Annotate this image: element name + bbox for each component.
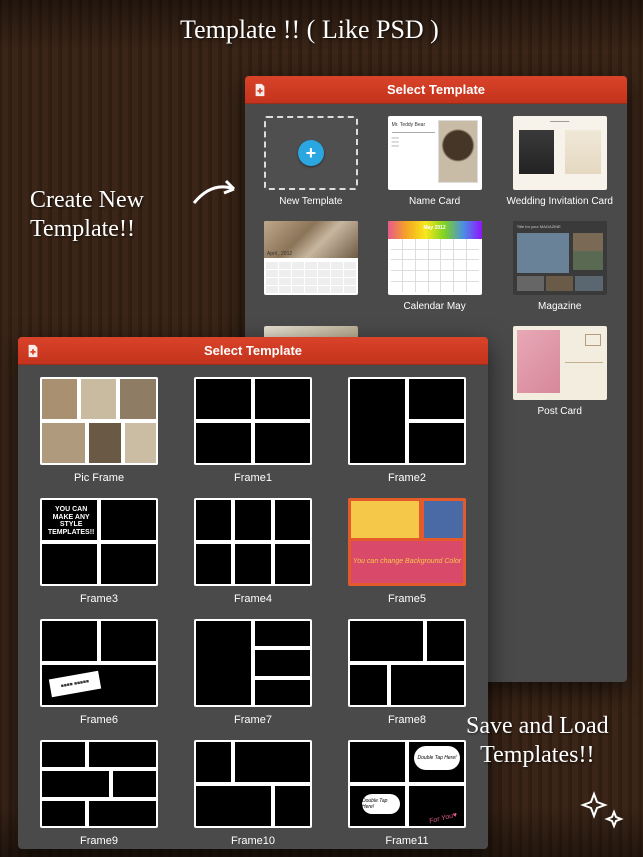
template-thumb: ■■■■ ■■■■■ (40, 619, 158, 707)
template-label: Frame10 (231, 835, 275, 847)
template-label: Magazine (538, 301, 581, 312)
template-label: Wedding Invitation Card (506, 196, 613, 207)
panel-select-template-front: Select Template Pic Frame Frame1 (18, 337, 488, 849)
panel-header: Select Template (245, 76, 627, 104)
template-thumb (348, 619, 466, 707)
annotation-create-new: Create New Template!! (30, 186, 144, 244)
template-label: Calendar May (403, 301, 465, 312)
template-thumb (194, 498, 312, 586)
template-label: Pic Frame (74, 472, 124, 484)
doc-plus-icon[interactable] (253, 83, 267, 97)
template-label: Frame9 (80, 835, 118, 847)
template-label: Frame11 (385, 835, 428, 847)
overlay-text: YOU CAN MAKE ANY STYLE TEMPLATES!! (44, 506, 98, 537)
template-label: Frame1 (234, 472, 272, 484)
template-thumb: YOU CAN MAKE ANY STYLE TEMPLATES!! (40, 498, 158, 586)
template-thumb (40, 740, 158, 828)
template-frame6[interactable]: ■■■■ ■■■■■ Frame6 (32, 619, 166, 726)
template-wedding[interactable]: ━━━━━━━━ Wedding Invitation Card (506, 116, 613, 207)
template-frame1[interactable]: Frame1 (186, 377, 320, 484)
template-thumb: May 2012 (388, 221, 482, 295)
template-thumb (40, 377, 158, 465)
template-label: Frame5 (388, 593, 426, 605)
template-thumb: Title for your MAGAZINE (513, 221, 607, 295)
annotation-title: Template !! ( Like PSD ) (180, 14, 439, 45)
template-label: Frame6 (80, 714, 118, 726)
panel-title: Select Template (204, 343, 302, 358)
template-thumb: Double Tap Here! Double Tap Here! For Yo… (348, 740, 466, 828)
template-label: Frame4 (234, 593, 272, 605)
template-frame3[interactable]: YOU CAN MAKE ANY STYLE TEMPLATES!! Frame… (32, 498, 166, 605)
template-frame2[interactable]: Frame2 (340, 377, 474, 484)
template-magazine[interactable]: Title for your MAGAZINE Magazine (506, 221, 613, 312)
template-thumb: April , 2012 (264, 221, 358, 295)
template-label: Frame8 (388, 714, 426, 726)
overlay-text: You can change Background Color (353, 558, 461, 565)
template-new[interactable]: + New Template (259, 116, 363, 207)
template-thumb (194, 740, 312, 828)
plus-icon: + (298, 140, 324, 166)
template-frame10[interactable]: Frame10 (186, 740, 320, 847)
panel-header: Select Template (18, 337, 488, 365)
template-frame11[interactable]: Double Tap Here! Double Tap Here! For Yo… (340, 740, 474, 847)
template-label: New Template (279, 196, 342, 207)
template-pic-frame[interactable]: Pic Frame (32, 377, 166, 484)
template-label: Frame2 (388, 472, 426, 484)
template-frame7[interactable]: Frame7 (186, 619, 320, 726)
template-frame8[interactable]: Frame8 (340, 619, 474, 726)
template-thumb (513, 326, 607, 400)
template-label: Post Card (537, 406, 581, 417)
arrow-icon (190, 175, 246, 211)
template-thumb: ━━━━━━━━ (513, 116, 607, 190)
sparkle-icon (580, 786, 628, 834)
template-grid: Pic Frame Frame1 Frame2 (18, 365, 488, 849)
template-thumb (348, 377, 466, 465)
template-label: Frame3 (80, 593, 118, 605)
template-label: Frame7 (234, 714, 272, 726)
template-frame5[interactable]: You can change Background Color Frame5 (340, 498, 474, 605)
template-thumb (194, 377, 312, 465)
template-label: Name Card (409, 196, 460, 207)
template-calendar-april[interactable]: April , 2012 (259, 221, 363, 312)
template-frame9[interactable]: Frame9 (32, 740, 166, 847)
template-name-card[interactable]: Mr. Teddy Bear ━━━━━━━━━━━━ Name Card (383, 116, 487, 207)
doc-plus-icon[interactable] (26, 344, 40, 358)
template-calendar-may[interactable]: May 2012 Calendar May (383, 221, 487, 312)
template-thumb (194, 619, 312, 707)
template-postcard[interactable]: Post Card (506, 326, 613, 417)
template-thumb: Mr. Teddy Bear ━━━━━━━━━━━━ (388, 116, 482, 190)
new-template-thumb[interactable]: + (264, 116, 358, 190)
template-frame4[interactable]: Frame4 (186, 498, 320, 605)
panel-title: Select Template (387, 82, 485, 97)
template-thumb: You can change Background Color (348, 498, 466, 586)
